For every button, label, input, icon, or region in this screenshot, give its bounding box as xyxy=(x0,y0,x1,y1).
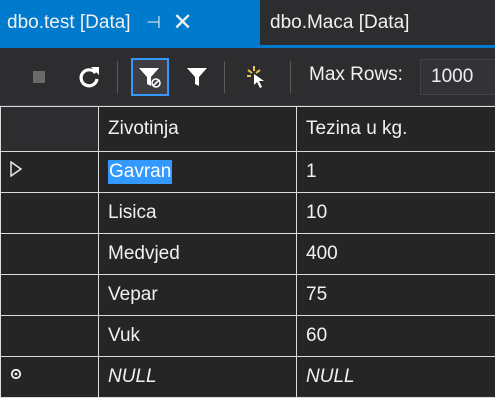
tab-label: dbo.Maca [Data] xyxy=(270,11,410,33)
tab-label: dbo.test [Data] xyxy=(7,11,131,33)
row-header[interactable] xyxy=(0,152,99,193)
table-cell[interactable]: 400 xyxy=(297,234,495,275)
table-cell[interactable]: 75 xyxy=(297,275,495,316)
table-cell[interactable]: Lisica xyxy=(99,193,297,234)
table-cell[interactable]: Medvjed xyxy=(99,234,297,275)
stop-icon[interactable] xyxy=(33,71,45,83)
table-cell[interactable]: NULL xyxy=(99,357,297,398)
corner-header[interactable] xyxy=(0,107,99,152)
row-indicator-icon xyxy=(9,160,23,183)
new-row-icon xyxy=(8,366,24,388)
refresh-icon[interactable] xyxy=(72,60,106,94)
pin-icon[interactable]: ⊣ xyxy=(143,13,165,33)
table-row[interactable]: Lisica 10 xyxy=(0,193,495,234)
toolbar-separator xyxy=(117,61,118,93)
column-header-tezina[interactable]: Tezina u kg. xyxy=(297,107,495,152)
tab-dbo-test[interactable]: dbo.test [Data] ⊣ ✕ xyxy=(0,0,260,45)
max-rows-label: Max Rows: xyxy=(309,64,403,85)
column-header-zivotinja[interactable]: Zivotinja xyxy=(99,107,297,152)
table-row[interactable]: Gavran 1 xyxy=(0,152,495,193)
data-grid: Zivotinja Tezina u kg. Gavran 1 Lisica 1… xyxy=(0,106,495,398)
table-cell[interactable]: 1 xyxy=(297,152,495,193)
tab-dbo-maca[interactable]: dbo.Maca [Data] xyxy=(260,0,409,45)
table-row[interactable]: Vuk 60 xyxy=(0,316,495,357)
table-row[interactable]: Vepar 75 xyxy=(0,275,495,316)
table-cell[interactable]: 10 xyxy=(297,193,495,234)
cell-editor-text[interactable]: Gavran xyxy=(108,160,173,184)
table-cell[interactable]: Vuk xyxy=(99,316,297,357)
execute-icon[interactable] xyxy=(240,60,274,94)
filter-icon[interactable] xyxy=(131,58,169,96)
row-header[interactable] xyxy=(0,275,99,316)
table-cell[interactable]: Gavran xyxy=(99,152,297,193)
table-row[interactable]: Medvjed 400 xyxy=(0,234,495,275)
table-cell[interactable]: NULL xyxy=(297,357,495,398)
toolbar-separator xyxy=(224,61,225,93)
max-rows-select[interactable]: 1000 xyxy=(420,59,495,95)
row-header[interactable] xyxy=(0,357,99,398)
row-header[interactable] xyxy=(0,193,99,234)
data-toolbar: Max Rows: 1000 xyxy=(0,48,495,106)
close-icon[interactable]: ✕ xyxy=(171,10,195,35)
toolbar-separator xyxy=(290,61,291,93)
document-tab-bar: dbo.test [Data] ⊣ ✕ dbo.Maca [Data] xyxy=(0,0,495,48)
row-header[interactable] xyxy=(0,316,99,357)
row-header[interactable] xyxy=(0,234,99,275)
filter-icon[interactable] xyxy=(180,60,214,94)
table-cell[interactable]: 60 xyxy=(297,316,495,357)
grid-header-row: Zivotinja Tezina u kg. xyxy=(0,106,495,152)
table-row[interactable]: NULL NULL xyxy=(0,357,495,398)
table-cell[interactable]: Vepar xyxy=(99,275,297,316)
